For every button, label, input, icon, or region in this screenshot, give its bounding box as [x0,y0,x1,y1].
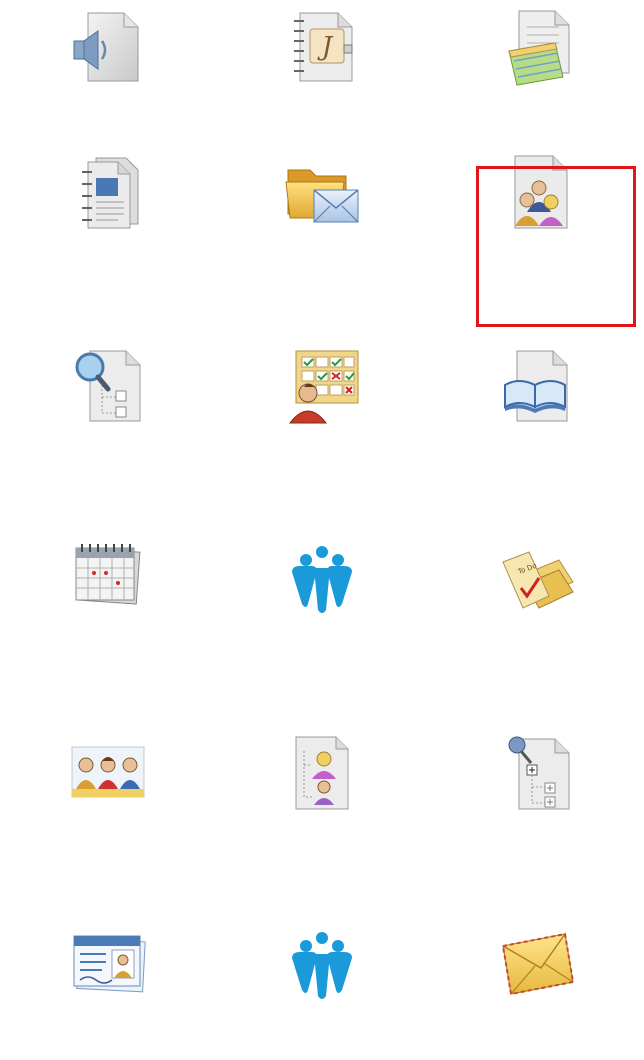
grid-cell [0,867,215,1060]
grid-cell [0,481,215,674]
grid-cell [0,0,215,95]
audio-file-icon[interactable] [68,7,148,87]
grid-cell [429,288,644,481]
calendar-icon[interactable] [68,538,148,618]
grid-cell [215,867,429,1060]
journal-notebook-icon[interactable]: J [282,7,362,87]
org-chart-file-icon[interactable] [282,731,362,811]
grid-cell [429,95,644,288]
envelope-icon[interactable] [497,924,577,1004]
grid-cell [429,674,644,867]
grid-cell [429,867,644,1060]
book-file-icon[interactable] [497,345,577,425]
pinned-tree-file-icon[interactable] [497,731,577,811]
folder-mail-icon[interactable] [282,152,362,232]
grid-cell [0,674,215,867]
spiral-documents-icon[interactable] [68,152,148,232]
people-group-logo-icon[interactable] [282,538,362,618]
grid-cell [215,481,429,674]
notes-clipboard-icon[interactable] [497,7,577,87]
grid-cell: J [215,0,429,95]
task-checklist-person-icon[interactable] [282,345,362,425]
contacts-group-file-icon[interactable] [497,152,577,232]
grid-cell [0,95,215,288]
grid-cell [429,0,644,95]
grid-cell [215,95,429,288]
people-group-logo-icon[interactable] [282,924,362,1004]
search-tree-file-icon[interactable] [68,345,148,425]
icon-grid: J To Do [0,0,644,1060]
grid-cell [215,674,429,867]
grid-cell [215,288,429,481]
grid-cell: To Do [429,481,644,674]
grid-cell [0,288,215,481]
id-card-icon[interactable] [68,924,148,1004]
letters-stack-icon[interactable]: To Do [497,538,577,618]
team-members-icon[interactable] [68,731,148,811]
